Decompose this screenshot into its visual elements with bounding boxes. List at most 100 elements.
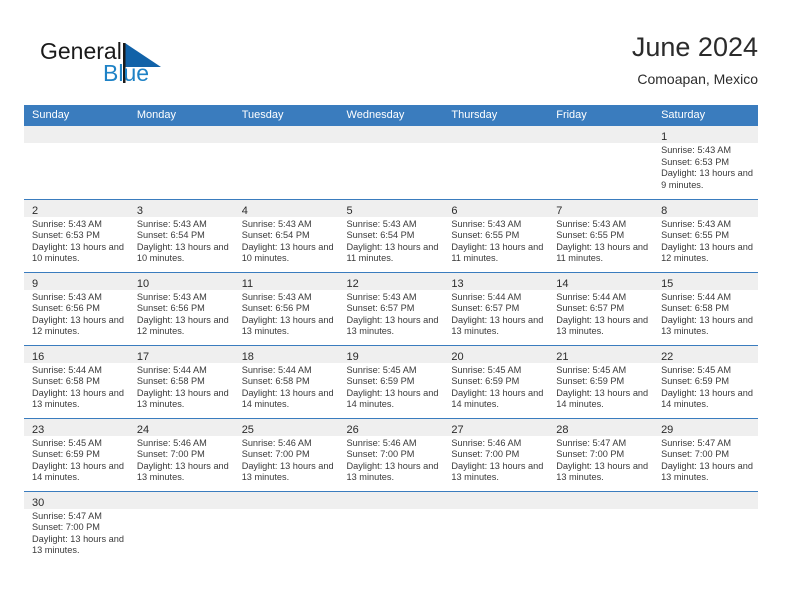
sunrise-text: Sunrise: 5:43 AM [661,218,732,229]
sunset-text: Sunset: 7:00 PM [661,449,729,460]
empty-day-cell [233,126,339,198]
calendar-cell: 30 Sunrise: 5:47 AM Sunset: 7:00 PM Dayligh… [24,490,129,564]
calendar-cell: 10 Sunrise: 5:43 AM Sunset: 6:56 PM Dayligh… [128,271,234,345]
sunrise-text: Sunrise: 5:43 AM [32,218,102,229]
day-number: 29 [661,423,674,436]
daylight-text: Daylight: 13 hours and 13 minutes. [661,314,753,337]
day-cell[interactable]: 10 Sunrise: 5:43 AM Sunset: 6:56 PM Dayligh… [128,272,234,345]
day-cell[interactable]: 22 Sunrise: 5:45 AM Sunset: 6:59 PM Dayligh… [653,345,758,418]
sunrise-text: Sunrise: 5:43 AM [346,291,417,302]
day-cell[interactable]: 5 Sunrise: 5:43 AM Sunset: 6:54 PM Daylight… [338,199,444,272]
day-number: 22 [661,350,674,363]
sunset-text: Sunset: 6:58 PM [32,376,100,387]
day-number-band: 23 [24,418,129,436]
sunset-text: Sunset: 6:54 PM [241,230,310,241]
sunset-text: Sunset: 7:00 PM [556,449,625,460]
day-number: 21 [556,350,569,363]
day-cell[interactable]: 29 Sunrise: 5:47 AM Sunset: 7:00 PM Dayligh… [653,418,758,491]
sunrise-text: Sunrise: 5:44 AM [136,364,207,375]
day-cell[interactable]: 15 Sunrise: 5:44 AM Sunset: 6:58 PM Dayligh… [653,272,758,345]
day-details: Sunrise: 5:44 AM Sunset: 6:58 PM Daylight:… [24,363,129,411]
calendar-week-row: 16 Sunrise: 5:44 AM Sunset: 6:58 PM Dayligh… [24,344,758,418]
sunrise-text: Sunrise: 5:44 AM [451,291,522,302]
empty-day-cell [443,491,549,564]
day-cell[interactable]: 1 Sunrise: 5:43 AM Sunset: 6:53 PM Daylight… [653,126,758,198]
day-cell[interactable]: 25 Sunrise: 5:46 AM Sunset: 7:00 PM Dayligh… [233,418,339,491]
sunrise-text: Sunrise: 5:44 AM [556,291,627,302]
sunset-text: Sunset: 6:57 PM [346,303,415,314]
daylight-text: Daylight: 13 hours and 14 minutes. [32,460,124,483]
day-cell[interactable]: 2 Sunrise: 5:43 AM Sunset: 6:53 PM Daylight… [24,199,129,272]
day-cell[interactable]: 21 Sunrise: 5:45 AM Sunset: 6:59 PM Dayligh… [548,345,654,418]
empty-day-cell [548,126,654,198]
day-cell[interactable]: 9 Sunrise: 5:43 AM Sunset: 6:56 PM Daylight… [24,272,129,345]
day-details: Sunrise: 5:45 AM Sunset: 6:59 PM Daylight:… [339,363,444,411]
day-number: 6 [451,204,458,217]
day-cell[interactable]: 12 Sunrise: 5:43 AM Sunset: 6:57 PM Dayligh… [338,272,444,345]
daylight-text: Daylight: 13 hours and 9 minutes. [661,168,753,190]
sunset-text: Sunset: 6:55 PM [451,230,520,241]
day-cell[interactable]: 20 Sunrise: 5:45 AM Sunset: 6:59 PM Dayligh… [443,345,549,418]
day-number: 5 [346,204,353,217]
day-cell[interactable]: 28 Sunrise: 5:47 AM Sunset: 7:00 PM Dayligh… [548,418,654,491]
day-details: Sunrise: 5:43 AM Sunset: 6:57 PM Daylight:… [339,290,444,338]
sunrise-text: Sunrise: 5:43 AM [241,218,312,229]
daylight-text: Daylight: 13 hours and 13 minutes. [136,387,229,410]
sunrise-text: Sunrise: 5:43 AM [32,291,102,302]
day-cell[interactable]: 19 Sunrise: 5:45 AM Sunset: 6:59 PM Dayligh… [338,345,444,418]
day-number-band: 21 [548,345,654,363]
daylight-text: Daylight: 13 hours and 13 minutes. [451,314,544,337]
day-cell[interactable]: 11 Sunrise: 5:43 AM Sunset: 6:56 PM Dayligh… [233,272,339,345]
sunrise-text: Sunrise: 5:45 AM [32,437,102,448]
day-cell[interactable]: 17 Sunrise: 5:44 AM Sunset: 6:58 PM Dayligh… [128,345,234,418]
day-cell[interactable]: 16 Sunrise: 5:44 AM Sunset: 6:58 PM Dayligh… [24,345,129,418]
day-cell[interactable]: 3 Sunrise: 5:43 AM Sunset: 6:54 PM Daylight… [128,199,234,272]
day-number-band: 10 [128,272,234,290]
empty-day-cell [443,126,549,198]
day-cell[interactable]: 18 Sunrise: 5:44 AM Sunset: 6:58 PM Dayligh… [233,345,339,418]
brand-logo[interactable]: General Blue [40,38,260,94]
day-cell[interactable]: 4 Sunrise: 5:43 AM Sunset: 6:54 PM Daylight… [233,199,339,272]
day-cell[interactable]: 13 Sunrise: 5:44 AM Sunset: 6:57 PM Dayligh… [443,272,549,345]
daylight-text: Daylight: 13 hours and 13 minutes. [556,314,649,337]
day-details: Sunrise: 5:43 AM Sunset: 6:54 PM Daylight:… [129,217,234,265]
calendar-cell: 3 Sunrise: 5:43 AM Sunset: 6:54 PM Daylight… [128,198,234,272]
daylight-text: Daylight: 13 hours and 13 minutes. [451,460,544,483]
day-cell[interactable]: 24 Sunrise: 5:46 AM Sunset: 7:00 PM Dayligh… [128,418,234,491]
daylight-text: Daylight: 13 hours and 13 minutes. [32,387,124,410]
sunrise-text: Sunrise: 5:44 AM [241,364,312,375]
day-number-band: 28 [548,418,654,436]
day-number-band: 15 [653,272,758,290]
calendar-cell: 18 Sunrise: 5:44 AM Sunset: 6:58 PM Dayligh… [233,344,339,418]
sunrise-text: Sunrise: 5:46 AM [241,437,312,448]
day-cell[interactable]: 27 Sunrise: 5:46 AM Sunset: 7:00 PM Dayligh… [443,418,549,491]
day-cell[interactable]: 6 Sunrise: 5:43 AM Sunset: 6:55 PM Daylight… [443,199,549,272]
calendar-cell [233,126,339,199]
day-details: Sunrise: 5:43 AM Sunset: 6:53 PM Daylight:… [653,143,758,191]
day-number: 2 [32,204,39,217]
day-number-band: 26 [338,418,444,436]
sunset-text: Sunset: 6:58 PM [136,376,205,387]
day-cell[interactable]: 23 Sunrise: 5:45 AM Sunset: 6:59 PM Dayligh… [24,418,129,491]
day-cell[interactable]: 26 Sunrise: 5:46 AM Sunset: 7:00 PM Dayligh… [338,418,444,491]
daylight-text: Daylight: 13 hours and 13 minutes. [346,314,439,337]
sunrise-text: Sunrise: 5:47 AM [661,437,732,448]
calendar-cell: 23 Sunrise: 5:45 AM Sunset: 6:59 PM Dayligh… [24,417,129,491]
day-cell[interactable]: 8 Sunrise: 5:43 AM Sunset: 6:55 PM Daylight… [653,199,758,272]
day-number-band: 20 [443,345,549,363]
empty-day-cell [653,491,758,564]
day-number: 11 [241,277,254,290]
calendar-cell: 24 Sunrise: 5:46 AM Sunset: 7:00 PM Dayligh… [128,417,234,491]
day-details: Sunrise: 5:44 AM Sunset: 6:58 PM Daylight:… [653,290,758,338]
day-cell[interactable]: 30 Sunrise: 5:47 AM Sunset: 7:00 PM Dayligh… [24,491,129,564]
sunrise-text: Sunrise: 5:44 AM [32,364,102,375]
day-cell[interactable]: 14 Sunrise: 5:44 AM Sunset: 6:57 PM Dayligh… [548,272,654,345]
daylight-text: Daylight: 13 hours and 13 minutes. [661,460,753,483]
day-number: 14 [556,277,569,290]
day-cell[interactable]: 7 Sunrise: 5:43 AM Sunset: 6:55 PM Daylight… [548,199,654,272]
day-number: 18 [241,350,254,363]
calendar-cell: 1 Sunrise: 5:43 AM Sunset: 6:53 PM Daylight… [653,126,758,199]
empty-day-cell [128,491,234,564]
daylight-text: Daylight: 13 hours and 10 minutes. [241,241,334,264]
calendar-cell: 12 Sunrise: 5:43 AM Sunset: 6:57 PM Dayligh… [338,271,444,345]
